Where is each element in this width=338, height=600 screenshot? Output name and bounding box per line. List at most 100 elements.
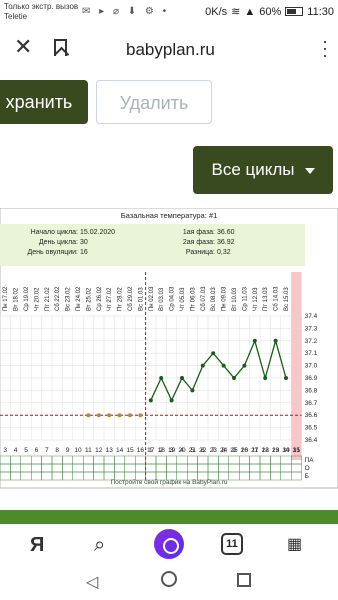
temperature-point	[107, 413, 112, 418]
battery-percent: 60%	[259, 5, 282, 18]
temperature-point	[180, 376, 184, 380]
date-label: Сб 07.03	[201, 286, 207, 311]
day-number: 6	[35, 447, 39, 454]
date-label: Ср 26.02	[97, 286, 103, 311]
temperature-point	[242, 363, 247, 368]
day-number: 8	[55, 447, 59, 454]
recents-icon[interactable]	[237, 573, 251, 587]
cycle-day: 10	[241, 447, 249, 454]
date-label: Вт 10.03	[232, 287, 238, 311]
carrier-name: Teletie	[4, 12, 28, 21]
info-value: 16	[80, 249, 88, 256]
wifi-icon: ≋	[231, 6, 241, 18]
info-label: День цикла:	[39, 239, 78, 246]
menu-icon[interactable]: · · ·	[322, 32, 328, 64]
signal-icon: ▲	[244, 5, 256, 18]
yandex-icon[interactable]: Я	[30, 534, 44, 557]
back-icon[interactable]: ◁	[86, 572, 98, 592]
date-label: Вс 01.03	[138, 287, 144, 311]
date-label: Вт 03.03	[159, 287, 165, 311]
alice-icon[interactable]	[154, 529, 184, 559]
search-icon[interactable]: ⌕	[94, 534, 105, 557]
y-tick-label: 37.1	[305, 350, 318, 357]
day-number: 9	[66, 447, 70, 454]
y-tick-label: 37.3	[305, 325, 318, 332]
temperature-point	[96, 413, 101, 418]
page-content: хранить Удалить Все циклы Базальная темп…	[0, 74, 338, 524]
all-cycles-button[interactable]: Все циклы	[193, 146, 333, 194]
url-text[interactable]: babyplan.ru	[126, 40, 215, 60]
temperature-point	[263, 376, 268, 380]
tabs-button[interactable]: 11	[221, 533, 243, 555]
date-label: Пн 24.02	[76, 286, 82, 311]
day-number: 3	[3, 447, 7, 454]
delete-button[interactable]: Удалить	[96, 80, 212, 124]
date-label: Вс 15.03	[284, 287, 290, 311]
date-label: Чт 05.03	[180, 287, 186, 311]
temperature-point	[117, 413, 122, 418]
date-label: Чт 27.02	[107, 287, 113, 311]
grid-icon[interactable]: ▦	[287, 534, 302, 554]
date-label: Ср 04.03	[170, 286, 176, 311]
cycle-day: 9	[232, 447, 236, 454]
temperature-point	[86, 413, 91, 418]
y-tick-label: 36.9	[305, 375, 318, 382]
bbt-chart: Базальная температура: #1Начало цикла: 15…	[0, 208, 338, 489]
day-number: 11	[85, 447, 92, 454]
info-label: 1ая фаза:	[183, 229, 215, 236]
carrier-text: Только экстр. вызов	[4, 2, 79, 11]
temperature-point	[284, 376, 288, 380]
cycle-day: 3	[170, 447, 174, 454]
info-label: 2ая фаза:	[183, 239, 215, 246]
save-button[interactable]: хранить	[0, 80, 88, 124]
chart-footer: Постройте свой график на BabyPlan.ru	[110, 478, 227, 486]
y-tick-label: 36.7	[305, 400, 318, 407]
app-bar: Я ⌕ 11 ▦	[0, 524, 338, 564]
chevron-down-icon	[304, 167, 315, 174]
info-value: 30	[80, 239, 88, 246]
temperature-point	[273, 338, 278, 343]
day-number: 10	[74, 447, 82, 454]
day-number: 4	[14, 447, 18, 454]
info-value: 0,32	[217, 249, 231, 256]
date-label: Пт 13.03	[263, 287, 269, 311]
day-number: 13	[106, 447, 114, 454]
temperature-point	[190, 388, 195, 393]
cycle-day: 13	[272, 447, 280, 454]
day-number: 12	[95, 447, 103, 454]
bookmark-icon[interactable]	[54, 39, 67, 56]
temperature-point	[128, 413, 132, 418]
cycle-day: 4	[180, 447, 184, 454]
date-label: Ср 11.03	[242, 286, 248, 311]
y-tick-label: 36.6	[305, 412, 318, 419]
date-label: Ср 19.02	[24, 286, 30, 311]
day-number: 14	[116, 447, 124, 454]
info-value: 36.60	[217, 229, 235, 236]
temperature-point	[252, 338, 257, 343]
home-icon[interactable]	[161, 571, 177, 587]
date-label: Вс 08.03	[211, 287, 217, 311]
date-label: Пт 06.03	[190, 287, 196, 311]
close-icon[interactable]: ✕	[14, 34, 32, 60]
y-tick-label: 36.5	[305, 425, 318, 432]
date-label: Сб 14.03	[274, 286, 280, 311]
day-number: 15	[126, 447, 134, 454]
cycle-day: 12	[262, 447, 270, 454]
row-label: Б	[305, 473, 309, 480]
y-tick-label: 37.2	[305, 338, 318, 345]
cycle-day: 8	[222, 447, 226, 454]
temperature-point	[200, 363, 205, 368]
bottom-green-bar	[0, 510, 338, 524]
date-label: Вт 18.02	[14, 287, 20, 311]
date-label: Пн 02.03	[149, 286, 155, 311]
browser-toolbar: ✕ babyplan.ru · · ·	[0, 26, 338, 74]
date-label: Сб 29.02	[128, 286, 134, 311]
network-speed: 0K/s	[205, 5, 228, 18]
date-label: Пн 09.03	[222, 286, 228, 311]
temperature-point	[221, 363, 226, 368]
date-label: Вт 25.02	[86, 287, 92, 311]
day-number: 16	[137, 447, 145, 454]
info-label: Разница:	[186, 249, 215, 256]
chart-title: Базальная температура: #1	[121, 211, 218, 220]
date-label: Вс 23.02	[66, 287, 72, 311]
